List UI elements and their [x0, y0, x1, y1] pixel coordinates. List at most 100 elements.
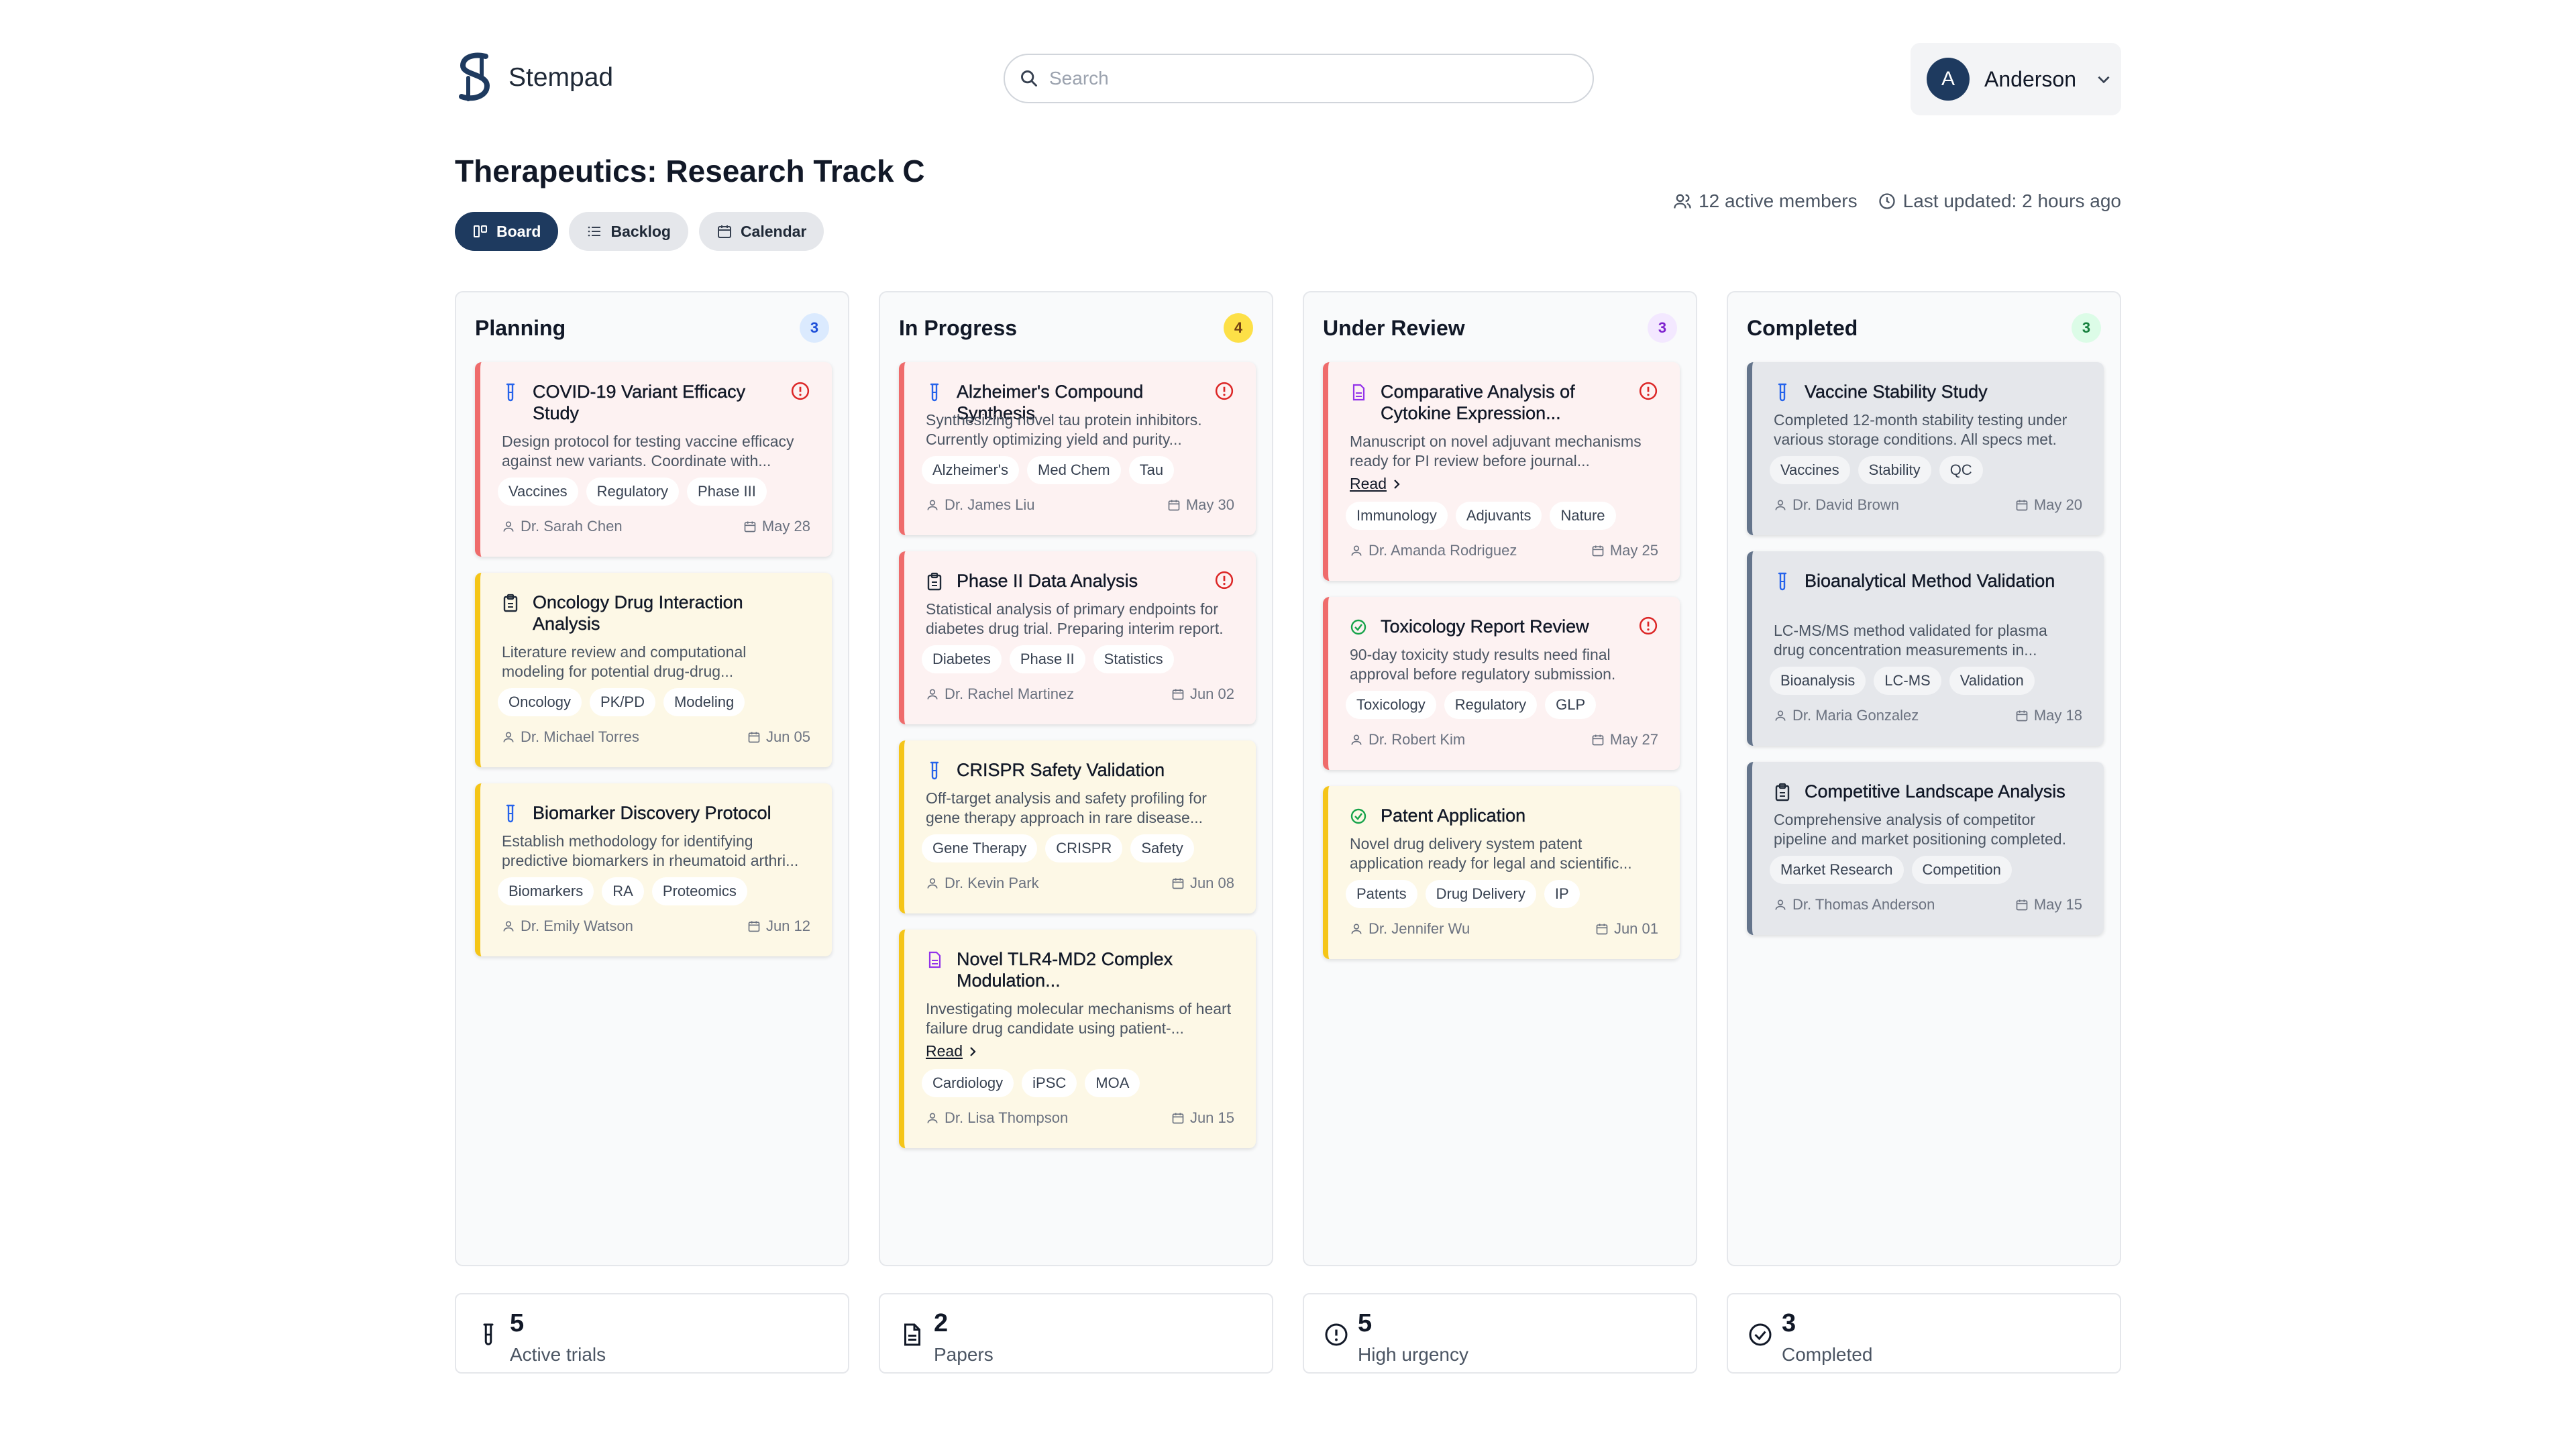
tag[interactable]: Market Research: [1770, 856, 1904, 884]
tag[interactable]: Regulatory: [586, 478, 680, 506]
task-card[interactable]: Alzheimer's Compound Synthesis Synthesizi…: [899, 362, 1256, 535]
tag[interactable]: Biomarkers: [498, 877, 594, 905]
tag[interactable]: Diabetes: [922, 645, 1002, 673]
task-card[interactable]: Oncology Drug Interaction Analysis Litera…: [475, 573, 832, 767]
tag[interactable]: Statistics: [1093, 645, 1174, 673]
card-header: Novel TLR4-MD2 Complex Modulation...: [926, 948, 1234, 991]
task-card[interactable]: Novel TLR4-MD2 Complex Modulation... Inve…: [899, 930, 1256, 1148]
tag[interactable]: Bioanalysis: [1770, 667, 1866, 695]
tag[interactable]: CRISPR: [1045, 834, 1123, 862]
task-card[interactable]: Bioanalytical Method Validation LC-MS/MS …: [1747, 551, 2104, 746]
tag[interactable]: Proteomics: [651, 877, 747, 905]
tag[interactable]: Phase II: [1009, 645, 1085, 673]
card-header: COVID-19 Variant Efficacy Study: [502, 381, 810, 424]
task-card[interactable]: Biomarker Discovery Protocol Establish me…: [475, 783, 832, 956]
card-description: Establish methodology for identifying pr…: [502, 832, 799, 869]
card-owner: Dr. Emily Watson: [502, 917, 633, 935]
owner-name: Dr. Robert Kim: [1368, 731, 1466, 748]
chevron-right-icon: [970, 1046, 976, 1056]
task-card[interactable]: Competitive Landscape Analysis Comprehens…: [1747, 762, 2104, 935]
tag[interactable]: Regulatory: [1444, 691, 1538, 719]
tag[interactable]: Immunology: [1346, 502, 1448, 530]
tab-backlog[interactable]: Backlog: [569, 212, 688, 251]
card-footer: Dr. David Brown May 20: [1774, 496, 2082, 514]
card-title[interactable]: Biomarker Discovery Protocol: [533, 802, 810, 824]
tag[interactable]: iPSC: [1022, 1069, 1077, 1097]
tag[interactable]: LC-MS: [1874, 667, 1941, 695]
read-link[interactable]: Read: [926, 1042, 979, 1060]
tag[interactable]: Modeling: [663, 688, 745, 716]
stempad-logo-icon: [459, 52, 490, 101]
alert-icon: [1214, 381, 1234, 401]
card-title[interactable]: Oncology Drug Interaction Analysis: [533, 592, 810, 634]
test-tube-icon: [502, 803, 519, 825]
tag[interactable]: Drug Delivery: [1425, 880, 1536, 908]
tag[interactable]: Oncology: [498, 688, 582, 716]
user-menu[interactable]: A Anderson: [1911, 43, 2121, 115]
tag[interactable]: Adjuvants: [1455, 502, 1542, 530]
card-footer: Dr. Rachel Martinez Jun 02: [926, 685, 1234, 703]
page-title: Therapeutics: Research Track C: [455, 154, 925, 188]
tab-calendar[interactable]: Calendar: [698, 212, 824, 251]
clipboard-icon: [1774, 782, 1791, 803]
tag[interactable]: IP: [1544, 880, 1580, 908]
tag[interactable]: Phase III: [687, 478, 767, 506]
column-header: Completed 3: [1747, 313, 2101, 343]
tag[interactable]: RA: [602, 877, 644, 905]
tag[interactable]: Toxicology: [1346, 691, 1436, 719]
card-title[interactable]: COVID-19 Variant Efficacy Study: [533, 381, 782, 424]
avatar: A: [1927, 58, 1970, 101]
tag[interactable]: Safety: [1130, 834, 1194, 862]
tag[interactable]: MOA: [1085, 1069, 1140, 1097]
test-tube-icon: [483, 1323, 494, 1345]
tag[interactable]: Validation: [1949, 667, 2035, 695]
tag[interactable]: Tau: [1128, 456, 1175, 484]
card-title[interactable]: Bioanalytical Method Validation: [1805, 570, 2082, 592]
task-card[interactable]: Comparative Analysis of Cytokine Express…: [1323, 362, 1680, 581]
card-title[interactable]: Toxicology Report Review: [1381, 616, 1630, 637]
tag-list: Bioanalysis LC-MS Validation: [1770, 667, 2035, 695]
task-card[interactable]: Vaccine Stability Study Completed 12-mont…: [1747, 362, 2104, 535]
card-title[interactable]: Vaccine Stability Study: [1805, 381, 2082, 402]
card-title[interactable]: Phase II Data Analysis: [957, 570, 1206, 592]
tag[interactable]: Vaccines: [1770, 456, 1850, 484]
task-card[interactable]: Phase II Data Analysis Statistical analys…: [899, 551, 1256, 724]
card-title[interactable]: Patent Application: [1381, 805, 1658, 826]
tag[interactable]: Gene Therapy: [922, 834, 1038, 862]
card-owner: Dr. Michael Torres: [502, 728, 639, 746]
tag[interactable]: Competition: [1911, 856, 2012, 884]
tag[interactable]: QC: [1939, 456, 1983, 484]
task-card[interactable]: CRISPR Safety Validation Off-target analy…: [899, 740, 1256, 913]
task-card[interactable]: Patent Application Novel drug delivery sy…: [1323, 786, 1680, 959]
column-title: Completed: [1747, 315, 1858, 340]
task-card[interactable]: Toxicology Report Review 90-day toxicity …: [1323, 597, 1680, 770]
user-icon: [927, 500, 938, 510]
card-title[interactable]: Novel TLR4-MD2 Complex Modulation...: [957, 948, 1234, 991]
tag[interactable]: Cardiology: [922, 1069, 1014, 1097]
card-title[interactable]: Competitive Landscape Analysis: [1805, 781, 2082, 802]
tab-board[interactable]: Board: [455, 212, 559, 251]
tag[interactable]: Patents: [1346, 880, 1417, 908]
stat-card: 5 Active trials: [455, 1293, 849, 1374]
due-date: Jun 08: [1189, 875, 1234, 891]
task-card[interactable]: COVID-19 Variant Efficacy Study Design pr…: [475, 362, 832, 557]
check-circle-icon: [1350, 617, 1367, 638]
stat-label: Papers: [934, 1344, 994, 1365]
tag[interactable]: Stability: [1858, 456, 1931, 484]
read-link[interactable]: Read: [1350, 475, 1403, 493]
card-header: Competitive Landscape Analysis: [1774, 781, 2082, 803]
search-input[interactable]: Search: [1004, 54, 1594, 103]
tag[interactable]: GLP: [1545, 691, 1597, 719]
logo[interactable]: Stempad: [455, 51, 613, 105]
tag[interactable]: Med Chem: [1027, 456, 1121, 484]
tag[interactable]: PK/PD: [589, 688, 655, 716]
card-owner: Dr. David Brown: [1774, 496, 1899, 514]
tag[interactable]: Nature: [1550, 502, 1616, 530]
card-header: Biomarker Discovery Protocol: [502, 802, 810, 825]
card-footer: Dr. Amanda Rodriguez May 25: [1350, 542, 1658, 559]
card-title[interactable]: CRISPR Safety Validation: [957, 759, 1234, 781]
card-description: 90-day toxicity study results need final…: [1350, 646, 1616, 683]
tag[interactable]: Alzheimer's: [922, 456, 1020, 484]
tag[interactable]: Vaccines: [498, 478, 578, 506]
card-title[interactable]: Comparative Analysis of Cytokine Express…: [1381, 381, 1630, 424]
